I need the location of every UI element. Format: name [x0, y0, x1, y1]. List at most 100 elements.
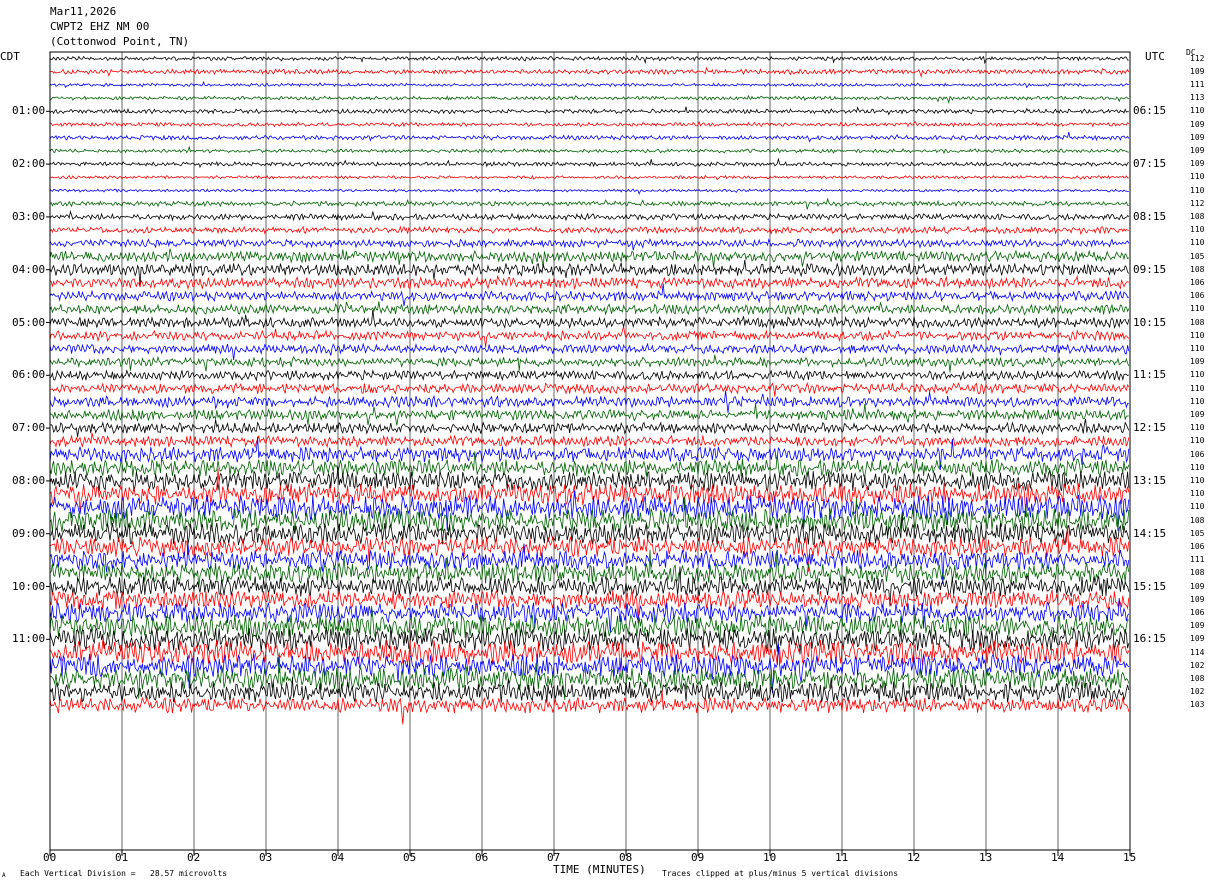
- seismic-traces: [49, 54, 1130, 725]
- seismic-trace: [49, 94, 1130, 105]
- dc-offset-label: 108: [1190, 264, 1205, 274]
- dc-offset-label: 109: [1190, 119, 1205, 129]
- station-label: CWPT2 EHZ NM 00: [50, 20, 150, 33]
- left-hour-label: 06:00: [12, 368, 46, 382]
- seismic-trace: [49, 342, 1130, 361]
- dc-offset-label: 106: [1190, 607, 1205, 617]
- dc-offset-label: 108: [1190, 515, 1205, 525]
- seismic-trace: [49, 354, 1130, 373]
- dc-offset-label: 110: [1190, 238, 1205, 248]
- x-tick-label: 05: [403, 851, 417, 864]
- right-timezone-label: UTC: [1145, 50, 1165, 63]
- x-tick-label: 06: [475, 851, 489, 864]
- seismic-trace: [49, 81, 1129, 89]
- clip-note: Traces clipped at plus/minus 5 vertical …: [662, 869, 899, 878]
- helicorder-plot: [46, 51, 1131, 856]
- dc-offset-label: 111: [1190, 555, 1205, 565]
- seismic-trace: [49, 468, 1130, 514]
- seismic-trace: [49, 381, 1130, 397]
- seismic-trace: [49, 210, 1130, 222]
- dc-offset-label: 113: [1190, 93, 1205, 103]
- x-axis-title: TIME (MINUTES): [553, 863, 646, 876]
- right-hour-label: 14:15: [1133, 526, 1167, 540]
- dc-offset-label: 110: [1190, 343, 1205, 353]
- left-hour-label: 07:00: [12, 421, 46, 435]
- seismic-trace: [49, 301, 1130, 316]
- dc-offset-label: 110: [1190, 423, 1205, 433]
- x-tick-label: 01: [115, 851, 129, 864]
- x-tick-label: 04: [331, 851, 345, 864]
- dc-offset-label: 110: [1190, 106, 1205, 116]
- dc-offset-label: 109: [1190, 621, 1205, 631]
- left-hour-label: 11:00: [12, 632, 46, 646]
- dc-offset-label: 110: [1190, 396, 1205, 406]
- dc-offset-label: 108: [1190, 317, 1205, 327]
- seismic-trace: [49, 326, 1130, 348]
- left-hour-label: 05:00: [12, 315, 46, 329]
- right-hour-label: 06:15: [1133, 104, 1167, 118]
- dc-offset-label: 110: [1190, 489, 1205, 499]
- left-hour-label: 08:00: [12, 473, 46, 487]
- x-tick-label: 00: [43, 851, 57, 864]
- dc-offset-label: 106: [1190, 449, 1205, 459]
- dc-offset-label: 109: [1190, 634, 1205, 644]
- left-hour-label: 03:00: [12, 209, 46, 223]
- seismic-trace: [49, 145, 1129, 155]
- seismic-trace: [49, 283, 1129, 307]
- x-tick-label: 12: [907, 851, 921, 864]
- dc-offset-label: 110: [1190, 502, 1205, 512]
- seismic-trace: [49, 402, 1129, 426]
- dc-offset-label: 103: [1190, 700, 1205, 710]
- dc-offset-label: 102: [1190, 687, 1205, 697]
- seismic-trace: [49, 677, 1130, 703]
- dc-offset-label: 110: [1190, 436, 1205, 446]
- seismic-trace: [49, 639, 1130, 673]
- dc-offset-label: 110: [1190, 475, 1205, 485]
- right-hour-label: 09:15: [1133, 262, 1167, 276]
- dc-offset-label: 108: [1190, 568, 1205, 578]
- x-tick-label: 10: [763, 851, 777, 864]
- seismic-trace: [49, 432, 1130, 449]
- dc-offset-label: 112: [1190, 53, 1205, 63]
- dc-offset-label: 110: [1190, 304, 1205, 314]
- dc-offset-label: 109: [1190, 581, 1205, 591]
- right-hour-label: 08:15: [1133, 209, 1167, 223]
- right-hour-label: 15:15: [1133, 579, 1167, 593]
- seismic-trace: [49, 66, 1130, 79]
- dc-offset-label: 112: [1190, 198, 1205, 208]
- scale-note: Each Vertical Division = 28.57 microvolt…: [20, 869, 228, 878]
- dc-offset-label: 102: [1190, 660, 1205, 670]
- dc-offset-label: 110: [1190, 225, 1205, 235]
- seismic-trace: [49, 238, 1130, 251]
- seismic-trace: [49, 188, 1129, 195]
- dc-offset-label: 110: [1190, 370, 1205, 380]
- seismic-trace: [49, 106, 1129, 116]
- seismic-trace: [49, 274, 1129, 291]
- right-hour-label: 10:15: [1133, 315, 1167, 329]
- dc-offset-label: 109: [1190, 132, 1205, 142]
- left-hour-label: 02:00: [12, 157, 46, 171]
- dc-offset-label: 109: [1190, 409, 1205, 419]
- dc-offset-label: 106: [1190, 541, 1205, 551]
- x-tick-label: 11: [835, 851, 849, 864]
- dc-offset-label: 108: [1190, 673, 1205, 683]
- seismic-trace: [49, 54, 1129, 65]
- dc-offset-label: 106: [1190, 277, 1205, 287]
- x-tick-label: 15: [1123, 851, 1137, 864]
- dc-offset-label: 109: [1190, 357, 1205, 367]
- x-tick-label: 02: [187, 851, 201, 864]
- dc-offset-label: 109: [1190, 66, 1205, 76]
- dc-offset-label: 110: [1190, 185, 1205, 195]
- x-tick-label: 13: [979, 851, 993, 864]
- right-hour-label: 07:15: [1133, 157, 1167, 171]
- seismic-trace: [49, 157, 1129, 169]
- dc-offset-label: 108: [1190, 211, 1205, 221]
- left-timezone-label: CDT: [0, 50, 20, 63]
- location-label: (Cottonwod Point, TN): [50, 35, 190, 48]
- left-hour-label: 01:00: [12, 104, 46, 118]
- x-tick-label: 09: [691, 851, 705, 864]
- dc-offset-label: 106: [1190, 291, 1205, 301]
- dc-offset-label: 114: [1190, 647, 1205, 657]
- left-hour-label: 04:00: [12, 262, 46, 276]
- seismic-trace: [49, 369, 1130, 382]
